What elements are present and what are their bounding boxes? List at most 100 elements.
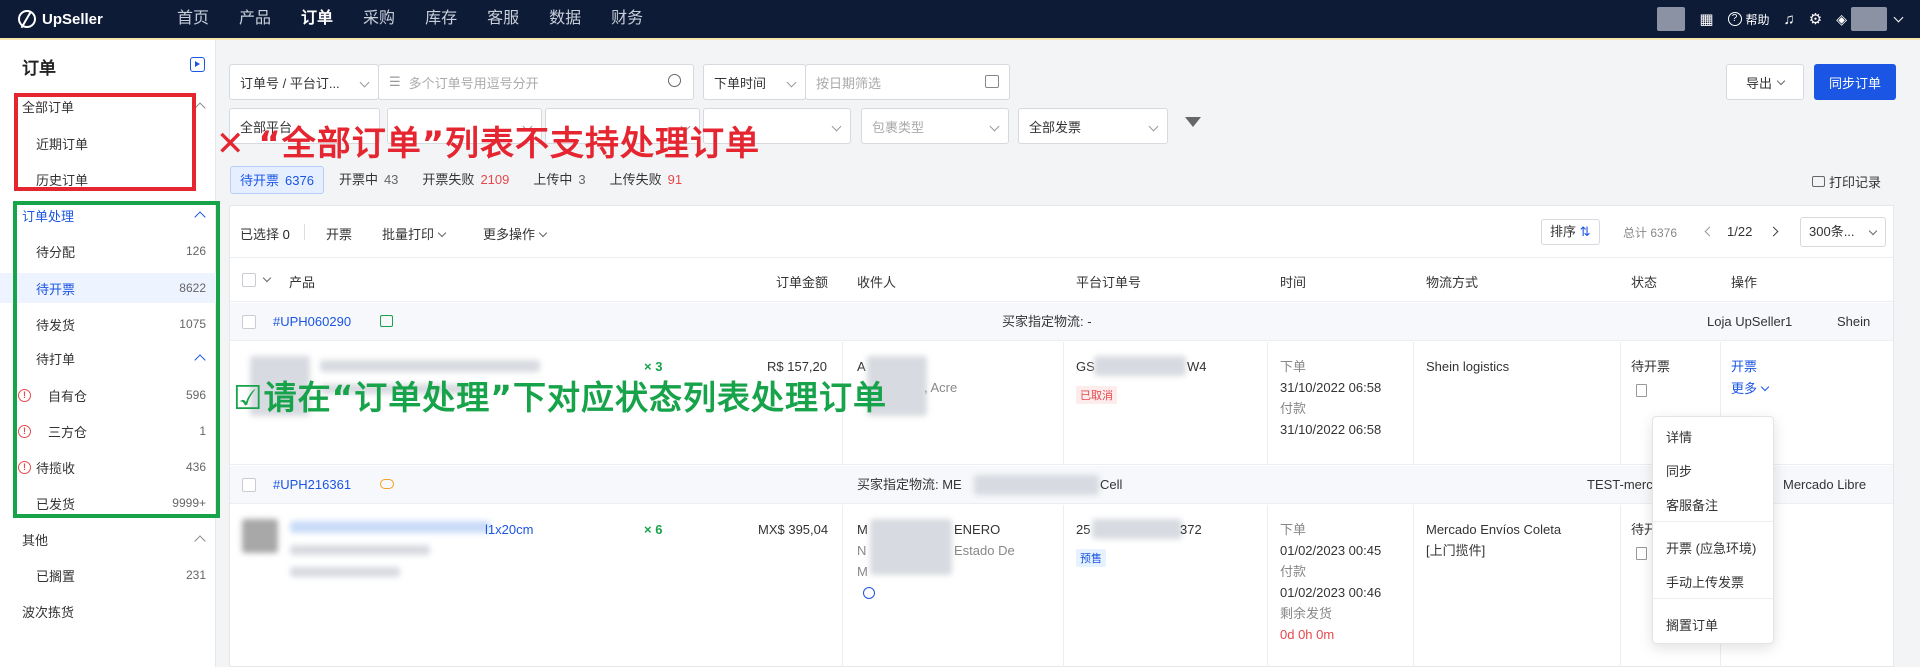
nav-home[interactable]: 首页	[177, 0, 209, 38]
logistics-sub: [上门揽件]	[1426, 543, 1486, 558]
annotation-green-text: ☑请在“订单处理”下对应状态列表处理订单	[233, 371, 887, 419]
order-number-input[interactable]: ☰ 多个订单号用逗号分开	[378, 64, 694, 100]
order-amount: MX$ 395,04	[758, 522, 829, 537]
menu-item-emergency-invoice[interactable]: 开票 (应急环境)	[1666, 538, 1756, 557]
order-id-link[interactable]: #UPH216361	[273, 477, 351, 492]
order-time: 01/02/2023 00:45	[1280, 543, 1382, 558]
select-all-checkbox[interactable]	[242, 273, 256, 287]
product-variant-redacted	[290, 567, 400, 577]
batch-print-button[interactable]: 批量打印	[382, 224, 447, 243]
recipient-redacted	[870, 519, 952, 575]
platform-order-no: GS	[1076, 359, 1095, 374]
nav-right: ▦ ? 帮助 ♫ ⚙ ◈	[1657, 0, 1904, 38]
export-button[interactable]: 导出	[1726, 64, 1804, 100]
prev-page-icon[interactable]	[1704, 226, 1715, 237]
user-menu[interactable]: ◈	[1836, 7, 1904, 31]
nav-finance[interactable]: 财务	[611, 0, 643, 38]
help-link[interactable]: ? 帮助	[1727, 11, 1770, 28]
check-box-icon: ☑	[233, 378, 264, 417]
order-group-header: #UPH216361 买家指定物流: ME Cell TEST-merc Mer…	[230, 466, 1893, 504]
order-checkbox[interactable]	[242, 478, 256, 492]
button-label: 批量打印	[382, 227, 435, 242]
tab-invoicing[interactable]: 开票中 43	[330, 166, 407, 194]
nav-purchase[interactable]: 采购	[363, 0, 395, 38]
select-placeholder: 包裹类型	[872, 119, 925, 135]
chevron-down-icon[interactable]	[262, 273, 272, 283]
sidebar-group-other[interactable]: 其他	[0, 524, 216, 554]
package-type-select[interactable]: 包裹类型	[861, 108, 1009, 144]
shop-name: Loja UpSeller1	[1707, 314, 1793, 329]
more-operations-button[interactable]: 更多操作	[483, 224, 548, 243]
column-amount: 订单金额	[776, 275, 829, 290]
platform-name: Shein	[1837, 314, 1871, 329]
gear-icon[interactable]: ⚙	[1809, 10, 1822, 28]
link-label: 更多	[1731, 381, 1758, 396]
menu-item-details[interactable]: 详情	[1666, 427, 1692, 446]
recipient-address-line: N	[857, 543, 867, 558]
invoice-action-link[interactable]: 开票	[1731, 356, 1757, 377]
nav-customer-service[interactable]: 客服	[487, 0, 519, 38]
recipient-name: M	[857, 522, 868, 537]
order-number-type-select[interactable]: 订单号 / 平台订...	[229, 64, 379, 100]
brand-logo[interactable]: UpSeller	[18, 10, 138, 28]
tab-uploading[interactable]: 上传中 3	[524, 166, 594, 194]
buyer-logistics: 买家指定物流: ME	[857, 477, 962, 492]
select-value: 订单号 / 平台订...	[240, 75, 340, 91]
sidebar-item-shelved[interactable]: 已搁置 231	[0, 560, 216, 590]
nav-products[interactable]: 产品	[239, 0, 271, 38]
date-filter-input[interactable]: 按日期筛选	[805, 64, 1010, 100]
apps-grid-icon[interactable]: ▦	[1699, 10, 1713, 28]
menu-item-upload-invoice[interactable]: 手动上传发票	[1666, 572, 1744, 591]
sort-button[interactable]: 排序 ⇅	[1541, 219, 1600, 245]
filter-icon[interactable]	[1185, 117, 1201, 127]
order-time-label: 下单	[1280, 522, 1307, 537]
nav-orders[interactable]: 订单	[301, 0, 333, 38]
bell-icon[interactable]: ♫	[1784, 11, 1795, 28]
annotation-green-box	[13, 201, 220, 518]
tab-label: 开票中	[338, 172, 378, 187]
note-icon[interactable]	[1636, 384, 1647, 397]
order-time-label: 下单	[1280, 359, 1307, 374]
next-page-icon[interactable]	[1768, 226, 1779, 237]
tab-upload-failed[interactable]: 上传失败 91	[601, 166, 691, 194]
column-logistics: 物流方式	[1426, 275, 1479, 290]
order-checkbox[interactable]	[242, 315, 256, 329]
info-icon[interactable]	[863, 587, 875, 599]
product-title-link[interactable]: l1x20cm	[485, 519, 533, 540]
tab-invoice-failed[interactable]: 开票失败 2109	[413, 166, 518, 194]
nav-inventory[interactable]: 库存	[425, 0, 457, 38]
search-icon[interactable]	[668, 74, 681, 87]
note-icon[interactable]	[1636, 547, 1647, 560]
cross-mark-icon: ✕	[216, 124, 246, 164]
annotation-label: “全部订单”列表不支持处理订单	[258, 124, 761, 164]
tag-label: 已取消	[1076, 386, 1117, 404]
sidebar-item-wave-picking[interactable]: 波次拣货	[0, 596, 216, 626]
menu-item-sync[interactable]: 同步	[1666, 461, 1692, 480]
menu-item-cs-note[interactable]: 客服备注	[1666, 495, 1718, 514]
tab-to-invoice[interactable]: 待开票 6376	[230, 166, 324, 194]
copy-icon[interactable]	[380, 315, 393, 327]
sync-orders-button[interactable]: 同步订单	[1814, 64, 1896, 100]
batch-invoice-button[interactable]: 开票	[326, 224, 352, 243]
menu-item-shelve-order[interactable]: 搁置订单	[1666, 615, 1718, 634]
button-label: 更多操作	[483, 227, 536, 242]
divider	[1620, 342, 1621, 465]
tab-count: 43	[383, 172, 399, 187]
nav-data[interactable]: 数据	[549, 0, 581, 38]
page-size-select[interactable]: 300条...	[1800, 217, 1886, 247]
tag-label: 预售	[1076, 549, 1106, 567]
platform-order-no: 25	[1076, 522, 1091, 537]
invoice-select[interactable]: 全部发票	[1018, 108, 1168, 144]
annotation-red-text: ✕ “全部订单”列表不支持处理订单	[216, 116, 760, 165]
cloud-icon	[380, 479, 394, 489]
chevron-down-icon	[437, 228, 447, 238]
store-avatar[interactable]	[1657, 7, 1686, 31]
select-value: 全部发票	[1029, 119, 1082, 135]
time-type-select[interactable]: 下单时间	[703, 64, 806, 100]
print-records-link[interactable]: 打印记录	[1812, 172, 1881, 191]
more-actions-link[interactable]: 更多	[1731, 378, 1770, 399]
collapse-sidebar-icon[interactable]	[190, 57, 205, 72]
divider	[1413, 505, 1414, 667]
sidebar-title: 订单	[22, 59, 56, 78]
order-id-link[interactable]: #UPH060290	[273, 314, 351, 329]
